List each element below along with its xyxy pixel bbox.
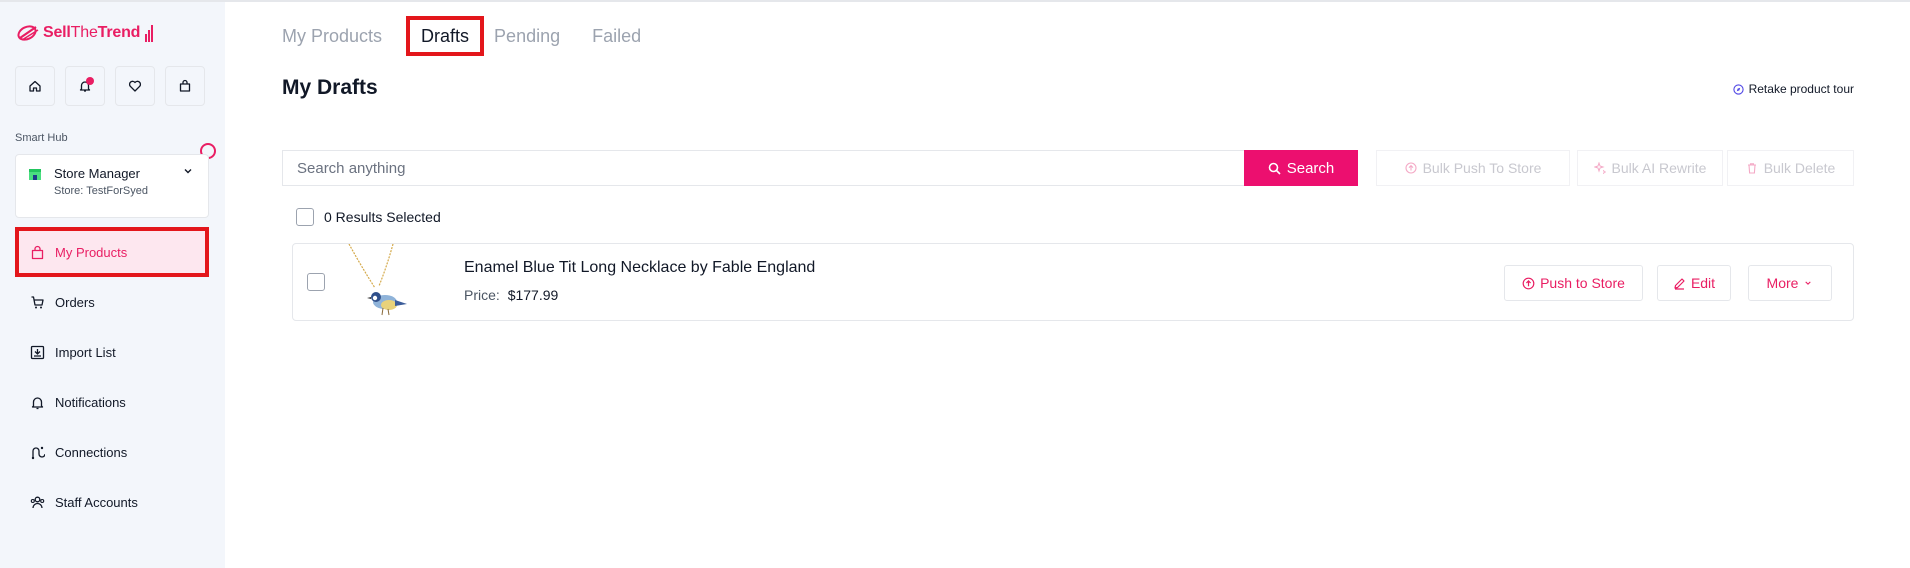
product-checkbox[interactable] xyxy=(307,273,325,291)
wishlist-button[interactable] xyxy=(115,66,155,106)
sidebar-item-orders[interactable]: Orders xyxy=(15,277,209,327)
sidebar-item-my-products[interactable]: My Products xyxy=(15,227,209,277)
home-icon xyxy=(29,80,41,92)
search-bar: Search xyxy=(282,150,1358,186)
sidebar-item-staff-accounts[interactable]: Staff Accounts xyxy=(15,477,209,527)
product-tabs: My Products Drafts Pending Failed xyxy=(282,14,673,58)
bulk-ai-rewrite-button[interactable]: Bulk AI Rewrite xyxy=(1577,150,1723,186)
chevron-down-icon xyxy=(184,169,192,174)
product-row: Enamel Blue Tit Long Necklace by Fable E… xyxy=(292,243,1854,321)
push-to-store-label: Push to Store xyxy=(1540,275,1625,291)
push-to-store-button[interactable]: Push to Store xyxy=(1504,265,1643,301)
price-value: $177.99 xyxy=(507,287,559,303)
retake-tour-link[interactable]: Retake product tour xyxy=(1732,82,1854,96)
sidebar-item-label: My Products xyxy=(55,244,128,260)
tab-failed[interactable]: Failed xyxy=(592,16,641,56)
home-button[interactable] xyxy=(15,66,55,106)
select-all-checkbox[interactable] xyxy=(296,208,314,226)
logo-mark-icon xyxy=(17,25,39,41)
sidebar-item-label: Connections xyxy=(55,444,128,460)
sparkle-icon xyxy=(1593,162,1606,174)
search-input[interactable] xyxy=(282,150,1244,186)
bulk-delete-label: Bulk Delete xyxy=(1763,160,1836,176)
compass-icon xyxy=(1732,83,1744,95)
notifications-button[interactable] xyxy=(65,66,105,106)
smart-hub-label: Smart Hub xyxy=(15,132,68,144)
trash-icon xyxy=(1747,163,1756,174)
store-icon xyxy=(29,169,41,180)
sidebar-item-label: Notifications xyxy=(55,394,126,410)
tab-my-products[interactable]: My Products xyxy=(282,16,382,56)
brand-logo[interactable]: SellTheTrend xyxy=(17,23,154,43)
page-title: My Drafts xyxy=(282,76,378,99)
upload-circle-icon xyxy=(1405,162,1417,174)
import-icon xyxy=(30,345,45,359)
quick-icons xyxy=(15,66,205,106)
sidebar-item-label: Import List xyxy=(55,344,116,360)
sidebar-item-notifications[interactable]: Notifications xyxy=(15,377,209,427)
product-price-row: Price: $177.99 xyxy=(464,287,558,303)
sidebar: SellTheTrend Smart Hub Store Manager Sto… xyxy=(0,2,225,568)
search-button[interactable]: Search xyxy=(1244,150,1358,186)
more-label: More xyxy=(1766,275,1799,291)
retake-tour-label: Retake product tour xyxy=(1748,82,1854,96)
store-name: Store: TestForSyed xyxy=(54,185,148,197)
bell-icon xyxy=(31,396,44,409)
heart-icon xyxy=(128,80,142,92)
sidebar-nav: My Products Orders Import List Notificat… xyxy=(15,227,209,527)
search-icon xyxy=(1268,162,1281,175)
bulk-push-label: Bulk Push To Store xyxy=(1422,160,1542,176)
bulk-ai-rewrite-label: Bulk AI Rewrite xyxy=(1611,160,1707,176)
store-manager-selector[interactable]: Store Manager Store: TestForSyed xyxy=(15,154,209,218)
tab-drafts[interactable]: Drafts xyxy=(406,16,485,56)
sidebar-item-label: Staff Accounts xyxy=(55,494,138,510)
cart-icon xyxy=(31,295,44,308)
more-dropdown-button[interactable]: More xyxy=(1748,265,1832,301)
sidebar-item-import-list[interactable]: Import List xyxy=(15,327,209,377)
bag-icon xyxy=(31,245,44,259)
bulk-push-button[interactable]: Bulk Push To Store xyxy=(1376,150,1570,186)
search-button-label: Search xyxy=(1286,159,1335,177)
upload-circle-icon xyxy=(1522,277,1535,289)
bag-icon xyxy=(179,79,191,92)
bag-button[interactable] xyxy=(165,66,205,106)
sidebar-item-connections[interactable]: Connections xyxy=(15,427,209,477)
chevron-down-icon xyxy=(1805,281,1812,285)
tab-pending[interactable]: Pending xyxy=(494,16,560,56)
notification-dot xyxy=(86,77,94,85)
pencil-icon xyxy=(1674,277,1685,290)
bulk-delete-button[interactable]: Bulk Delete xyxy=(1727,150,1854,186)
price-label: Price: xyxy=(464,287,500,303)
sidebar-item-label: Orders xyxy=(55,294,95,310)
results-selected-text: 0 Results Selected xyxy=(324,209,441,225)
brand-name: SellTheTrend xyxy=(43,24,141,41)
select-all-row: 0 Results Selected xyxy=(296,208,441,226)
top-border xyxy=(0,0,1910,2)
store-title: Store Manager xyxy=(54,166,140,181)
edit-label: Edit xyxy=(1690,275,1716,291)
edit-button[interactable]: Edit xyxy=(1657,265,1731,301)
connections-icon xyxy=(31,446,45,459)
product-name[interactable]: Enamel Blue Tit Long Necklace by Fable E… xyxy=(464,259,815,277)
logo-bars-icon xyxy=(145,24,154,42)
users-icon xyxy=(30,496,45,508)
product-thumbnail[interactable] xyxy=(335,244,435,320)
